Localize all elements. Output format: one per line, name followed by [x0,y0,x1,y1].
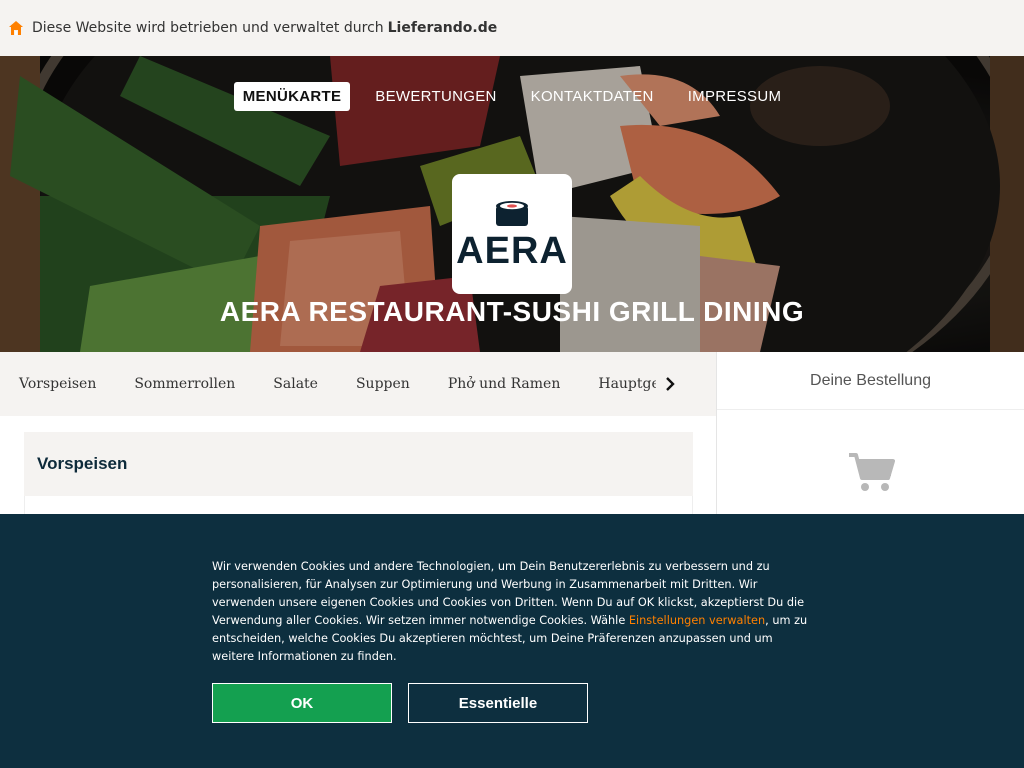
category-bar: Vorspeisen Sommerrollen Salate Suppen Ph… [0,352,716,416]
nav-bewertungen[interactable]: BEWERTUNGEN [366,82,505,111]
order-title: Deine Bestellung [717,352,1024,410]
nav-menukarte[interactable]: MENÜKARTE [233,82,351,111]
chevron-right-icon [666,377,675,391]
category-next-button[interactable] [656,352,716,416]
cart-icon [849,453,895,491]
section-title: Vorspeisen [37,454,128,473]
category-salate[interactable]: Salate [273,376,318,392]
hero-banner: MENÜKARTE BEWERTUNGEN KONTAKTDATEN IMPRE… [0,56,1024,352]
nav-kontaktdaten[interactable]: KONTAKTDATEN [522,82,663,111]
cookie-essential-button[interactable]: Essentielle [408,683,588,723]
nav-impressum[interactable]: IMPRESSUM [679,82,791,111]
lieferando-link[interactable]: Lieferando.de [388,20,498,36]
category-suppen[interactable]: Suppen [356,376,410,392]
cookie-banner: Wir verwenden Cookies und andere Technol… [0,514,1024,768]
top-navigation: MENÜKARTE BEWERTUNGEN KONTAKTDATEN IMPRE… [0,82,1024,111]
category-pho-ramen[interactable]: Phở und Ramen [448,376,561,392]
restaurant-name: AERA RESTAURANT-SUSHI GRILL DINING [219,296,805,327]
category-vorspeisen[interactable]: Vorspeisen [19,376,96,392]
home-icon [9,21,23,35]
cookie-text: Wir verwenden Cookies und andere Technol… [212,558,816,666]
sushi-roll-icon [496,201,528,226]
cookie-ok-button[interactable]: OK [212,683,392,723]
cookie-settings-link[interactable]: Einstellungen verwalten [629,614,765,627]
category-sommerrollen[interactable]: Sommerrollen [134,376,235,392]
notice-text: Diese Website wird betrieben und verwalt… [32,20,384,36]
logo-brand-text: AERA [456,230,568,272]
restaurant-logo: AERA [452,174,572,294]
operator-notice: Diese Website wird betrieben und verwalt… [0,0,1024,56]
menu-section-header: Vorspeisen [24,432,693,496]
